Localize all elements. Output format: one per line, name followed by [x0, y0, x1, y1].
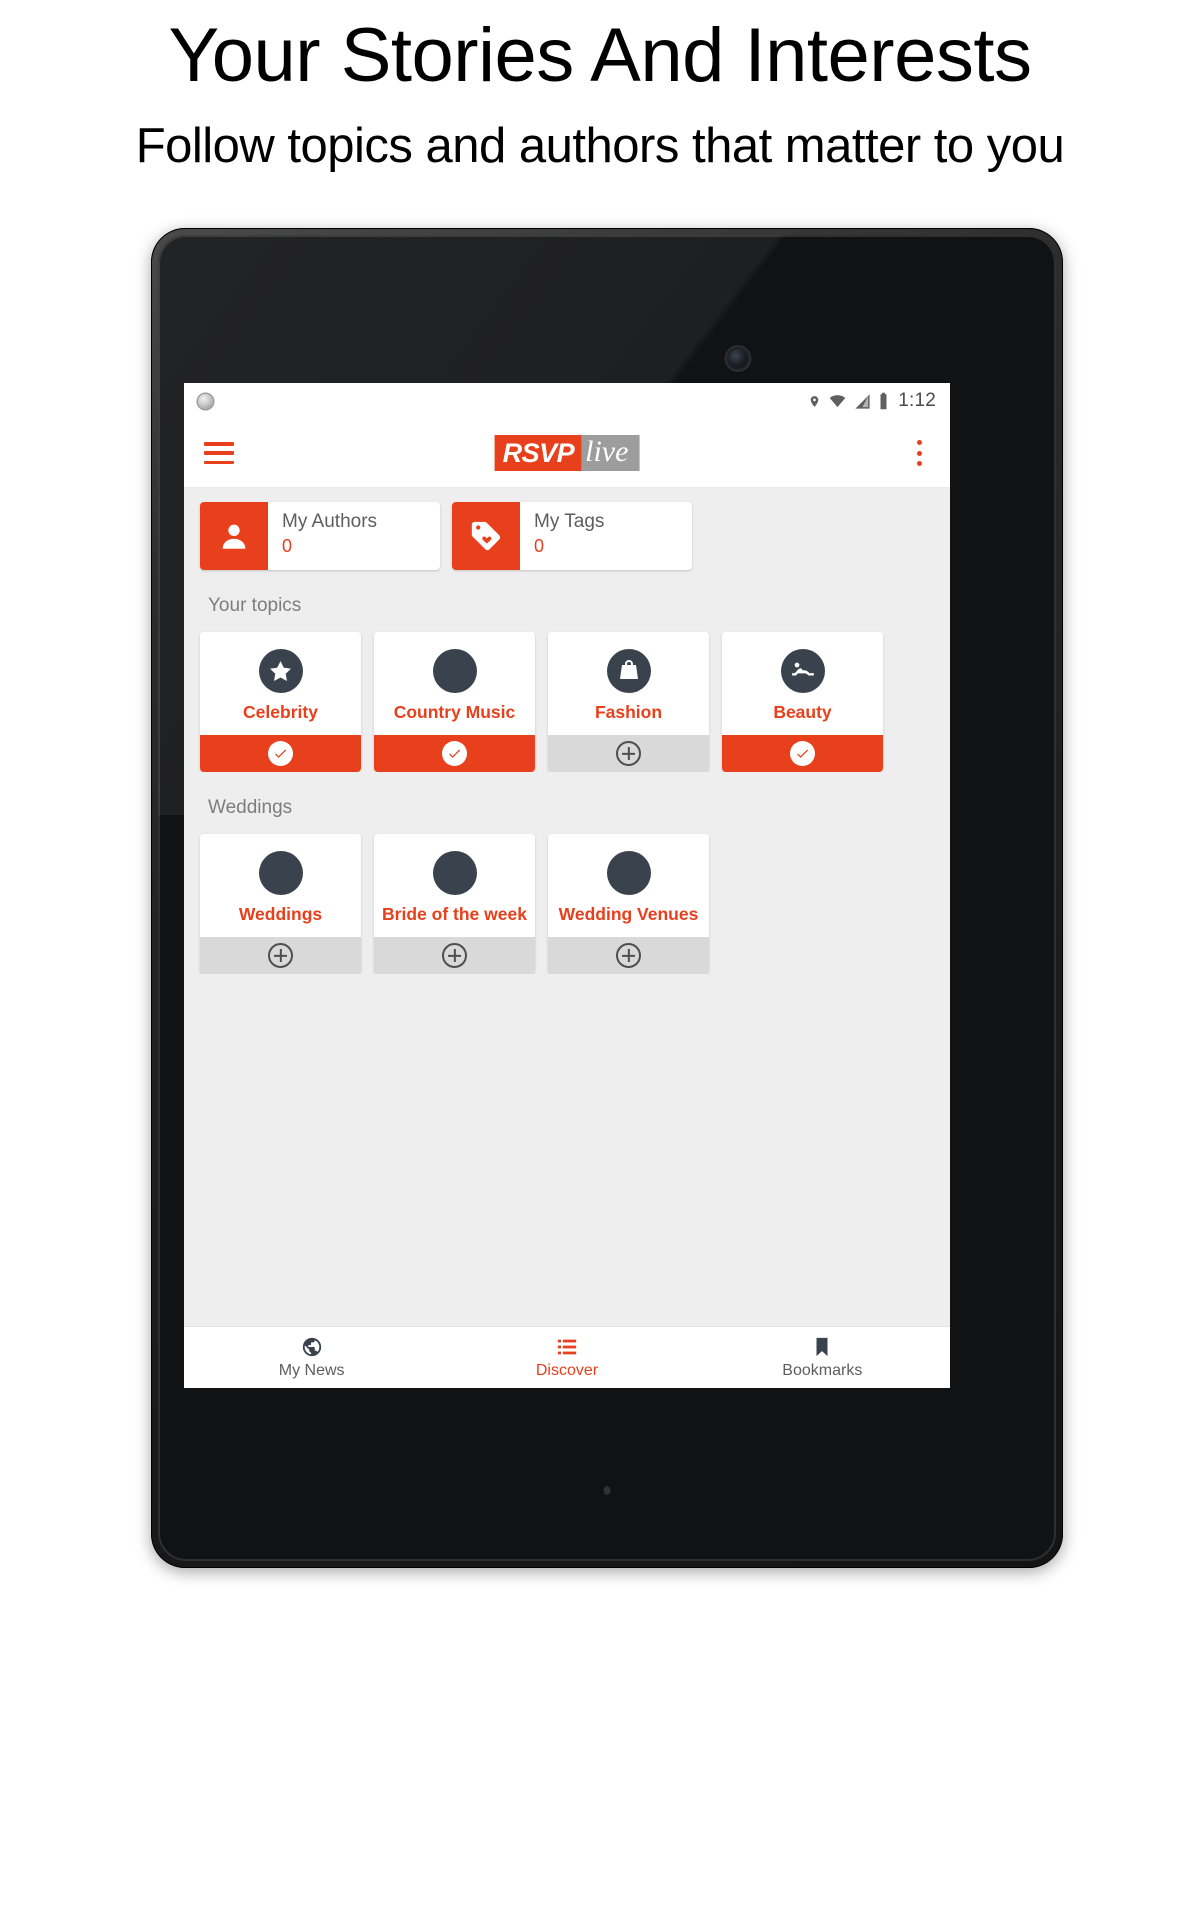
- my-tags-card[interactable]: My Tags 0: [452, 502, 692, 570]
- blank-avatar-icon: [258, 851, 303, 896]
- topic-follow-toggle[interactable]: [548, 735, 709, 772]
- topic-row-weddings: Weddings Bride of the week Wedding Venue…: [184, 819, 950, 974]
- topic-card-body: Weddings: [200, 834, 361, 937]
- location-pin-icon: [810, 395, 819, 407]
- plus-icon: [616, 741, 641, 766]
- my-authors-label: My Authors: [282, 511, 378, 532]
- topic-card-body: Country Music: [374, 632, 535, 735]
- topic-label: Country Music: [393, 702, 516, 723]
- topic-card-wedding-venues[interactable]: Wedding Venues: [548, 834, 709, 974]
- topic-card-beauty[interactable]: Beauty: [722, 632, 883, 772]
- topic-label: Weddings: [238, 904, 323, 925]
- my-tags-text: My Tags 0: [520, 502, 692, 570]
- tab-label: Bookmarks: [782, 1362, 863, 1379]
- tab-discover[interactable]: Discover: [439, 1327, 694, 1388]
- tab-my-news[interactable]: My News: [184, 1327, 439, 1388]
- shopping-bag-icon: [606, 649, 651, 694]
- blank-avatar-icon: [432, 649, 477, 694]
- globe-icon: [302, 1337, 321, 1357]
- blank-avatar-icon: [606, 851, 651, 896]
- wifi-icon: [829, 394, 846, 407]
- person-icon: [200, 502, 268, 570]
- section-title-your-topics: Your topics: [208, 595, 302, 616]
- topic-card-body: Bride of the week: [374, 834, 535, 937]
- device-screen: 1:12 RSVP live My Authors 0 My Tags 0 Yo…: [184, 383, 950, 1388]
- topic-follow-toggle[interactable]: [374, 937, 535, 974]
- topic-label: Celebrity: [243, 702, 318, 723]
- app-logo: RSVP live: [494, 435, 640, 471]
- overflow-dot: [916, 440, 922, 445]
- status-bar: 1:12: [184, 383, 950, 419]
- check-icon: [268, 741, 293, 766]
- topic-follow-toggle[interactable]: [200, 937, 361, 974]
- topic-follow-toggle[interactable]: [200, 735, 361, 772]
- topic-card-body: Beauty: [722, 632, 883, 735]
- topic-card-body: Wedding Venues: [548, 834, 709, 937]
- topic-label: Beauty: [773, 702, 832, 723]
- page-subtitle: Follow topics and authors that matter to…: [135, 119, 1065, 173]
- tab-label: My News: [278, 1362, 345, 1379]
- plus-icon: [268, 943, 293, 968]
- topic-row-your-topics: Celebrity Country Music Fashion Beauty: [184, 617, 950, 772]
- my-authors-text: My Authors 0: [268, 502, 440, 570]
- plus-icon: [616, 943, 641, 968]
- topic-label: Fashion: [594, 702, 663, 723]
- bookmark-icon: [816, 1337, 828, 1357]
- logo-secondary-text: live: [581, 435, 640, 471]
- promo-header: Your Stories And Interests Follow topics…: [0, 0, 1200, 171]
- topic-label: Bride of the week: [382, 904, 527, 925]
- check-icon: [790, 741, 815, 766]
- my-tags-count: 0: [534, 535, 545, 556]
- logo-primary-text: RSVP: [494, 435, 582, 471]
- spa-massage-icon: [780, 649, 825, 694]
- my-tags-label: My Tags: [534, 511, 605, 532]
- topic-card-weddings[interactable]: Weddings: [200, 834, 361, 974]
- battery-icon: [880, 392, 887, 410]
- topic-card-bride-of-the-week[interactable]: Bride of the week: [374, 834, 535, 974]
- topic-card-fashion[interactable]: Fashion: [548, 632, 709, 772]
- topic-card-body: Celebrity: [200, 632, 361, 735]
- check-icon: [442, 741, 467, 766]
- microphone-icon: [603, 1486, 611, 1495]
- bottom-navigation: My News Discover Bookmarks: [184, 1326, 950, 1388]
- app-bar: RSVP live: [184, 419, 950, 488]
- topic-label: Wedding Venues: [558, 904, 699, 925]
- shortcut-row: My Authors 0 My Tags 0: [184, 488, 950, 570]
- tab-bookmarks[interactable]: Bookmarks: [695, 1327, 950, 1388]
- status-clock: 1:12: [898, 390, 936, 411]
- topic-follow-toggle[interactable]: [374, 735, 535, 772]
- section-title-weddings: Weddings: [208, 797, 293, 818]
- page-title: Your Stories And Interests: [168, 13, 1032, 98]
- topic-card-country-music[interactable]: Country Music: [374, 632, 535, 772]
- status-icons: 1:12: [808, 383, 936, 419]
- front-camera-icon: [728, 349, 748, 368]
- hamburger-menu-icon[interactable]: [204, 442, 234, 464]
- overflow-dot: [916, 450, 922, 456]
- tablet-frame: 1:12 RSVP live My Authors 0 My Tags 0 Yo…: [151, 228, 1063, 1568]
- main-content: My Authors 0 My Tags 0 Your topics Celeb…: [184, 488, 950, 1326]
- topic-card-body: Fashion: [548, 632, 709, 735]
- list-icon: [557, 1339, 577, 1355]
- plus-icon: [442, 943, 467, 968]
- cellular-signal-icon: [855, 393, 870, 409]
- topic-card-celebrity[interactable]: Celebrity: [200, 632, 361, 772]
- star-icon: [258, 649, 303, 694]
- blank-avatar-icon: [432, 851, 477, 896]
- topic-follow-toggle[interactable]: [722, 735, 883, 772]
- camera-indicator-icon: [198, 393, 213, 409]
- overflow-dot: [916, 461, 922, 466]
- overflow-menu-icon[interactable]: [908, 440, 930, 466]
- hamburger-line: [204, 460, 234, 464]
- my-authors-count: 0: [282, 535, 293, 556]
- my-authors-card[interactable]: My Authors 0: [200, 502, 440, 570]
- hamburger-line: [204, 442, 234, 446]
- hamburger-line: [204, 451, 234, 455]
- device-mockup: 1:12 RSVP live My Authors 0 My Tags 0 Yo…: [0, 228, 1200, 1568]
- tab-label: Discover: [535, 1362, 599, 1379]
- topic-follow-toggle[interactable]: [548, 937, 709, 974]
- tag-heart-icon: [452, 502, 520, 570]
